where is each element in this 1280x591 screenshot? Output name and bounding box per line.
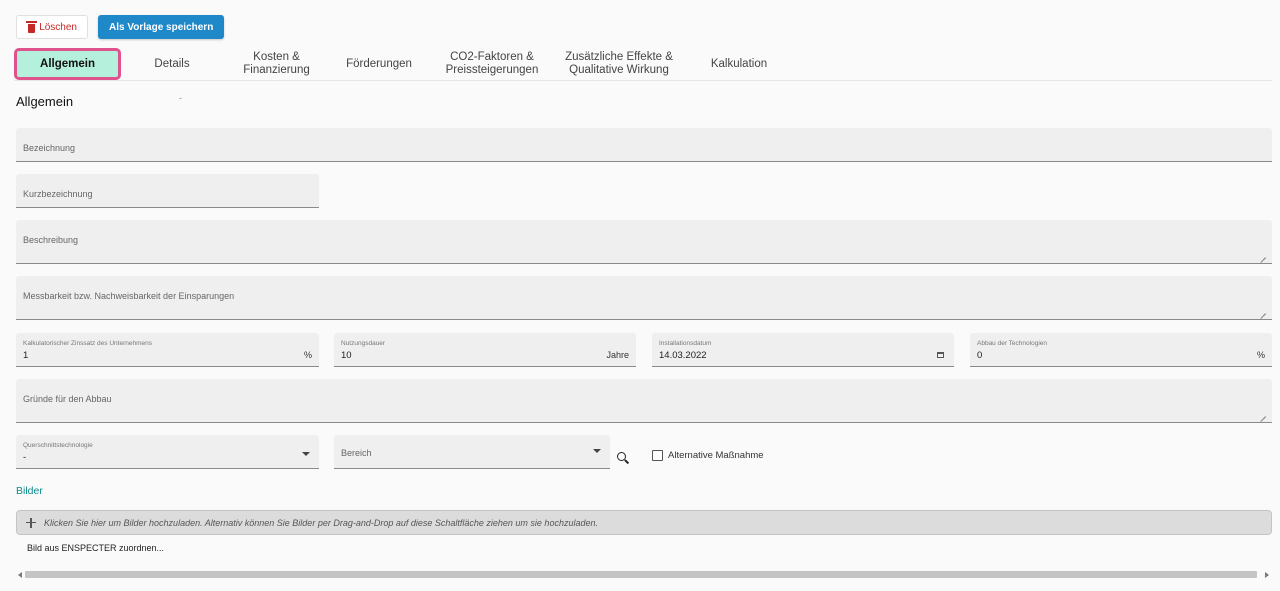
- search-icon[interactable]: [617, 452, 630, 465]
- field-label: Abbau der Technologien: [977, 340, 1047, 347]
- field-label: Installationsdatum: [659, 340, 712, 347]
- tab-co2-faktoren[interactable]: CO2-Faktoren & Preissteigerungen: [432, 48, 552, 80]
- field-label: Kalkulatorischer Zinssatz des Unternehme…: [23, 340, 152, 347]
- toolbar: Löschen Als Vorlage speichern: [16, 15, 225, 39]
- field-suffix: %: [303, 350, 312, 360]
- querschnitt-select[interactable]: Querschnittstechnologie -: [16, 435, 319, 469]
- scrollbar-thumb[interactable]: [25, 571, 1257, 578]
- tab-label: Kalkulation: [710, 57, 768, 70]
- beschreibung-textarea[interactable]: Beschreibung: [16, 220, 1272, 264]
- field-value: 14.03.2022: [659, 350, 707, 361]
- field-value: 10: [341, 350, 352, 361]
- tab-label: Kosten & Finanzierung: [243, 51, 310, 76]
- field-suffix: %: [1256, 350, 1265, 360]
- tab-details[interactable]: Details: [132, 48, 212, 80]
- resize-handle-icon[interactable]: [1260, 252, 1266, 258]
- delete-button[interactable]: Löschen: [16, 15, 88, 39]
- tab-foerderungen[interactable]: Förderungen: [339, 48, 419, 80]
- field-label: Beschreibung: [23, 235, 79, 245]
- resize-handle-icon[interactable]: [1260, 308, 1266, 314]
- field-label: Kurzbezeichnung: [23, 189, 93, 199]
- tab-allgemein[interactable]: Allgemein: [14, 48, 121, 80]
- nutzungsdauer-field[interactable]: Nutzungsdauer 10 Jahre: [334, 333, 636, 367]
- zinssatz-field[interactable]: Kalkulatorischer Zinssatz des Unternehme…: [16, 333, 319, 367]
- messbarkeit-textarea[interactable]: Messbarkeit bzw. Nachweisbarkeit der Ein…: [16, 276, 1272, 320]
- horizontal-scrollbar[interactable]: [16, 569, 1272, 580]
- caret-down-icon: [593, 449, 601, 453]
- field-value: -: [23, 452, 27, 463]
- save-template-button[interactable]: Als Vorlage speichern: [98, 15, 225, 39]
- plus-icon: [26, 517, 36, 528]
- field-label: Bereich: [341, 448, 372, 458]
- field-label: Gründe für den Abbau: [23, 394, 112, 404]
- field-label: Nutzungsdauer: [341, 340, 386, 347]
- calendar-icon[interactable]: [937, 352, 944, 358]
- section-dash: -: [179, 93, 182, 103]
- scroll-left-icon[interactable]: [18, 572, 22, 578]
- tab-zusaetzliche-effekte[interactable]: Zusätzliche Effekte & Qualitative Wirkun…: [560, 48, 678, 80]
- alternative-checkbox[interactable]: [652, 450, 663, 461]
- bilder-title: Bilder: [16, 485, 43, 497]
- abbau-field[interactable]: Abbau der Technologien 0 %: [970, 333, 1272, 367]
- gruende-textarea[interactable]: Gründe für den Abbau: [16, 379, 1272, 423]
- tab-label: Details: [154, 57, 190, 70]
- field-label: Bezeichnung: [23, 143, 76, 153]
- tab-kalkulation[interactable]: Kalkulation: [694, 48, 784, 80]
- tab-label: Förderungen: [346, 57, 412, 70]
- field-label: Messbarkeit bzw. Nachweisbarkeit der Ein…: [23, 291, 235, 301]
- tab-label: CO2-Faktoren & Preissteigerungen: [445, 51, 539, 76]
- delete-label: Löschen: [39, 21, 77, 33]
- tab-label: Zusätzliche Effekte & Qualitative Wirkun…: [565, 51, 673, 76]
- bezeichnung-field[interactable]: Bezeichnung: [16, 128, 1272, 162]
- upload-hint: Klicken Sie hier um Bilder hochzuladen. …: [44, 517, 598, 528]
- alternative-label: Alternative Maßnahme: [668, 450, 764, 461]
- caret-down-icon: [302, 452, 310, 456]
- trash-icon: [25, 21, 38, 33]
- field-value: 1: [23, 350, 29, 361]
- image-upload-dropzone[interactable]: Klicken Sie hier um Bilder hochzuladen. …: [16, 510, 1272, 535]
- field-value: 0: [977, 350, 983, 361]
- tab-label: Allgemein: [40, 57, 95, 70]
- section-title: Allgemein: [16, 94, 74, 109]
- tab-kosten-finanzierung[interactable]: Kosten & Finanzierung: [229, 48, 324, 80]
- field-suffix: Jahre: [606, 350, 629, 360]
- installationsdatum-field[interactable]: Installationsdatum 14.03.2022: [652, 333, 954, 367]
- tab-bar: Allgemein Details Kosten & Finanzierung …: [14, 48, 1272, 81]
- kurzbezeichnung-field[interactable]: Kurzbezeichnung: [16, 174, 319, 208]
- scroll-right-icon[interactable]: [1265, 572, 1269, 578]
- bereich-select[interactable]: Bereich: [334, 435, 610, 469]
- resize-handle-icon[interactable]: [1260, 411, 1266, 417]
- field-label: Querschnittstechnologie: [23, 442, 93, 449]
- assign-image-link[interactable]: Bild aus ENSPECTER zuordnen...: [27, 543, 164, 553]
